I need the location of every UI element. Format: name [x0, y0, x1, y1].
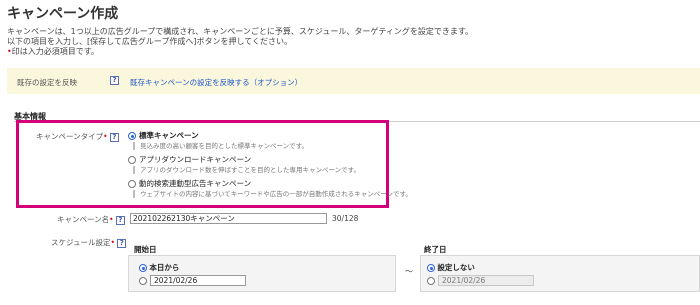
page-description-2: 以下の項目を入力し、[保存して広告グループ作成へ]ボタンを押してください。	[7, 37, 293, 46]
option-description: ウェブサイトの内容に基づいてキーワードや広告の一部が自動作成されるキャンペーンで…	[133, 190, 412, 198]
schedule-label: スケジュール設定• ?	[51, 237, 127, 248]
required-star: •	[103, 132, 108, 141]
radio-selected-icon[interactable]	[427, 264, 435, 272]
option-label: 本日から	[149, 263, 180, 272]
end-date-input[interactable]: 2021/02/26	[438, 275, 534, 286]
start-today-option[interactable]: 本日から	[139, 262, 179, 273]
schedule-label-text: スケジュール設定	[51, 238, 111, 247]
campaign-name-label-text: キャンペーン名	[57, 215, 110, 224]
date-range-separator: ～	[405, 267, 413, 276]
campaign-name-input[interactable]: 202102262130キャンペーン	[130, 213, 327, 224]
campaign-type-option-dynamic-search[interactable]: 動的検索連動型広告キャンペーン	[128, 178, 251, 189]
radio-icon[interactable]	[139, 277, 147, 285]
option-description: 見込み度の高い顧客を目的とした標準キャンペーンです。	[133, 142, 308, 150]
start-date-header: 開始日	[134, 245, 157, 254]
radio-icon[interactable]	[128, 156, 136, 164]
help-icon[interactable]: ?	[109, 133, 119, 142]
help-icon[interactable]: ?	[115, 216, 125, 225]
campaign-name-label: キャンペーン名• ?	[57, 214, 125, 225]
required-star: •	[110, 238, 115, 247]
radio-selected-icon[interactable]	[128, 132, 136, 140]
campaign-type-option-app[interactable]: アプリダウンロードキャンペーン	[128, 154, 251, 165]
campaign-type-option-standard[interactable]: 標準キャンペーン	[128, 130, 199, 141]
required-note-text: 印は入力必須項目です。	[11, 47, 99, 56]
option-label: 標準キャンペーン	[139, 131, 199, 140]
copy-settings-banner: 既存の設定を反映 ? 既存キャンペーンの設定を反映する（オプション）	[7, 68, 700, 94]
page-title: キャンペーン作成	[7, 6, 119, 22]
option-label: アプリダウンロードキャンペーン	[139, 155, 252, 164]
campaign-type-label: キャンペーンタイプ• ?	[36, 131, 119, 142]
copy-settings-label: 既存の設定を反映	[17, 78, 77, 87]
start-date-input[interactable]: 2021/02/26	[150, 275, 246, 286]
page-description-1: キャンペーンは、1つ以上の広告グループで構成され、キャンペーンごとに予算、スケジ…	[7, 27, 474, 36]
copy-existing-campaign-link[interactable]: 既存キャンペーンの設定を反映する（オプション）	[130, 77, 302, 88]
start-date-option[interactable]	[139, 276, 147, 285]
end-date-option[interactable]	[427, 276, 435, 285]
help-icon[interactable]: ?	[110, 76, 119, 85]
campaign-type-label-text: キャンペーンタイプ	[36, 132, 104, 141]
radio-icon[interactable]	[128, 180, 136, 188]
start-date-panel	[128, 255, 396, 292]
option-label: 設定しない	[437, 263, 475, 272]
option-label: 動的検索連動型広告キャンペーン	[139, 179, 252, 188]
campaign-name-char-count: 30/128	[332, 214, 359, 223]
end-date-panel	[420, 255, 700, 292]
end-none-option[interactable]: 設定しない	[427, 262, 475, 273]
end-date-header: 終了日	[424, 245, 447, 254]
option-description: アプリのダウンロード数を伸ばすことを目的とした専用キャンペーンです。	[133, 166, 360, 174]
required-star: •	[109, 215, 114, 224]
radio-icon[interactable]	[427, 277, 435, 285]
help-icon[interactable]: ?	[117, 239, 127, 248]
required-note: •印は入力必須項目です。	[7, 47, 99, 57]
radio-selected-icon[interactable]	[139, 264, 147, 272]
